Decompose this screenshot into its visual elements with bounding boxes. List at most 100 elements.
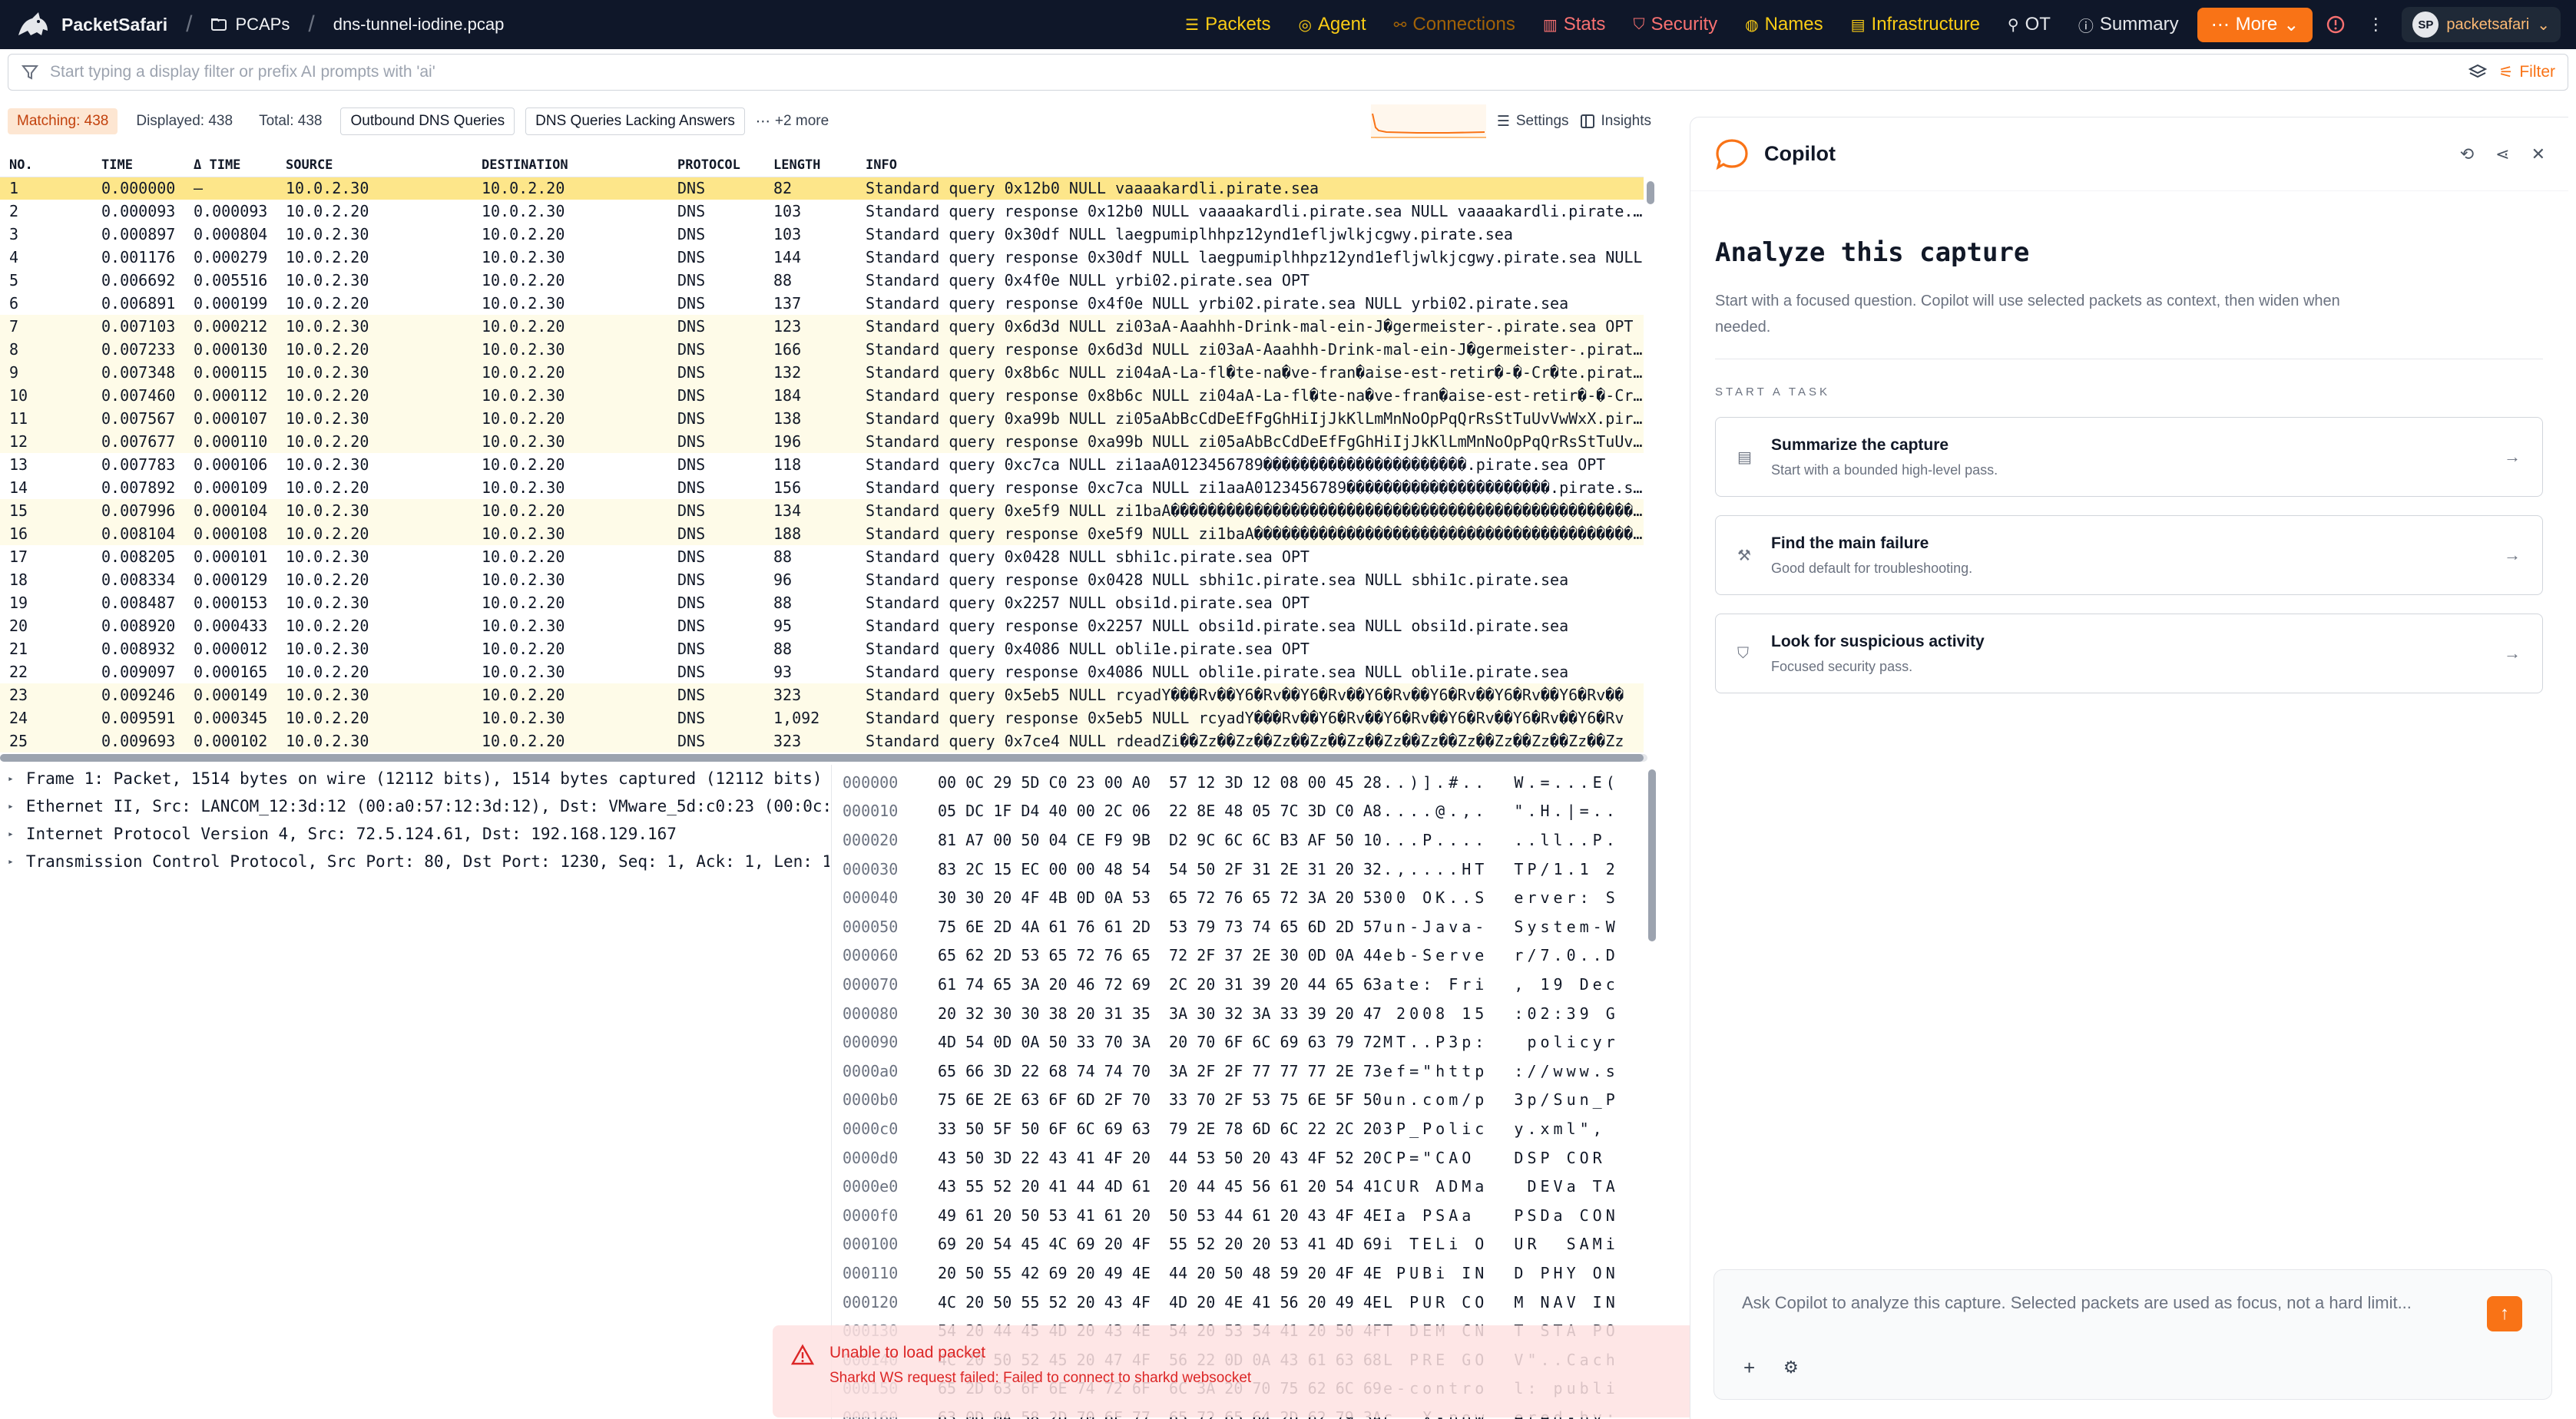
chevron-right-icon[interactable]: ▸ xyxy=(8,773,14,785)
add-attachment-button[interactable]: + xyxy=(1743,1356,1755,1380)
table-row[interactable]: 14 0.007892 0.000109 10.0.2.20 10.0.2.30 DNS 1… xyxy=(0,476,1644,499)
close-icon[interactable]: ✕ xyxy=(2531,144,2545,164)
quick-filter-chip[interactable]: Outbound DNS Queries xyxy=(340,108,515,135)
table-row[interactable]: 3 0.000897 0.000804 10.0.2.30 10.0.2.20 DNS 10… xyxy=(0,223,1644,246)
tree-row[interactable]: ▸ Internet Protocol Version 4, Src: 72.5.… xyxy=(0,820,829,848)
tab-names[interactable]: ◍ Names xyxy=(1734,8,1833,41)
layers-icon[interactable] xyxy=(2468,63,2487,81)
copilot-prompt-input[interactable] xyxy=(1742,1292,2433,1345)
insights-button[interactable]: Insights xyxy=(1580,113,1651,130)
display-filter-input[interactable] xyxy=(50,63,2468,81)
table-row[interactable]: 19 0.008487 0.000153 10.0.2.30 10.0.2.20 DNS 8… xyxy=(0,591,1644,614)
hex-row[interactable]: 000070 61 74 65 3A 20 46 72 69 2C 20 31 3… xyxy=(832,970,1646,999)
column-header[interactable]: Δ TIME xyxy=(184,154,276,177)
task-card[interactable]: ▤ Summarize the capture Start with a bound… xyxy=(1715,417,2543,497)
table-row[interactable]: 24 0.009591 0.000345 10.0.2.20 10.0.2.30 DNS 1… xyxy=(0,706,1644,729)
column-header[interactable]: INFO xyxy=(856,154,1644,177)
chevron-right-icon[interactable]: ▸ xyxy=(8,801,14,812)
prompt-options-button[interactable]: ⚙ xyxy=(1783,1358,1799,1378)
tab-security[interactable]: ⛉ Security xyxy=(1622,8,1728,41)
table-row[interactable]: 7 0.007103 0.000212 10.0.2.30 10.0.2.20 DNS 12… xyxy=(0,315,1644,338)
hex-row[interactable]: 0000e0 43 55 52 20 41 44 4D 61 20 44 45 5… xyxy=(832,1172,1646,1201)
packet-list-horizontal-scrollbar[interactable] xyxy=(0,754,1647,762)
chevron-right-icon[interactable]: ▸ xyxy=(8,829,14,840)
tab-packets[interactable]: ☰ Packets xyxy=(1174,8,1281,41)
hex-row[interactable]: 000050 75 6E 2D 4A 61 76 61 2D 53 79 73 7… xyxy=(832,912,1646,941)
alert-icon-button[interactable] xyxy=(2319,8,2353,41)
history-icon[interactable]: ⟲ xyxy=(2460,144,2474,164)
hex-row[interactable]: 000120 4C 20 50 55 52 20 43 4F 4D 20 4E 4… xyxy=(832,1288,1646,1317)
hex-row[interactable]: 000060 65 62 2D 53 65 72 76 65 72 2F 37 2… xyxy=(832,941,1646,971)
task-card[interactable]: ⛉ Look for suspicious activity Focused sec… xyxy=(1715,614,2543,693)
table-row[interactable]: 8 0.007233 0.000130 10.0.2.20 10.0.2.30 DNS 16… xyxy=(0,338,1644,361)
table-row[interactable]: 25 0.009693 0.000102 10.0.2.30 10.0.2.20 DNS 3… xyxy=(0,729,1644,752)
settings-button[interactable]: ☰ Settings xyxy=(1497,113,1569,131)
column-header[interactable]: TIME xyxy=(92,154,184,177)
traffic-sparkline[interactable] xyxy=(1370,104,1486,138)
hex-row[interactable]: 0000b0 75 6E 2E 63 6F 6D 2F 70 33 70 2F 5… xyxy=(832,1086,1646,1115)
table-row[interactable]: 6 0.006891 0.000199 10.0.2.20 10.0.2.30 DNS 13… xyxy=(0,292,1644,315)
table-row[interactable]: 21 0.008932 0.000012 10.0.2.30 10.0.2.20 DNS 8… xyxy=(0,637,1644,660)
hex-row[interactable]: 000100 69 20 54 45 4C 69 20 4F 55 52 20 2… xyxy=(832,1230,1646,1259)
chevron-right-icon[interactable]: ▸ xyxy=(8,856,14,868)
table-row[interactable]: 12 0.007677 0.000110 10.0.2.20 10.0.2.30 DNS 1… xyxy=(0,430,1644,453)
tab-agent[interactable]: ◎ Agent xyxy=(1287,8,1376,41)
table-row[interactable]: 18 0.008334 0.000129 10.0.2.20 10.0.2.30 DNS 9… xyxy=(0,568,1644,591)
column-header[interactable]: SOURCE xyxy=(276,154,472,177)
error-toast[interactable]: Unable to load packet Sharkd WS request … xyxy=(773,1325,1806,1417)
tab-stats[interactable]: ▥ Stats xyxy=(1532,8,1617,41)
task-card[interactable]: ⚒ Find the main failure Good default for t… xyxy=(1715,515,2543,595)
hex-row[interactable]: 000020 81 A7 00 50 04 CE F9 9B D2 9C 6C 6… xyxy=(832,825,1646,855)
hex-row[interactable]: 000110 20 50 55 42 69 20 49 4E 44 20 50 4… xyxy=(832,1259,1646,1288)
table-row[interactable]: 13 0.007783 0.000106 10.0.2.30 10.0.2.20 DNS 1… xyxy=(0,453,1644,476)
hex-row[interactable]: 0000c0 33 50 5F 50 6F 6C 69 63 79 2E 78 6… xyxy=(832,1114,1646,1143)
hex-row[interactable]: 000040 30 30 20 4F 4B 0D 0A 53 65 72 76 6… xyxy=(832,883,1646,912)
scrollbar-thumb[interactable] xyxy=(0,754,1644,762)
hex-row[interactable]: 0000d0 43 50 3D 22 43 41 4F 20 44 53 50 2… xyxy=(832,1143,1646,1173)
more-chips-button[interactable]: ⋯ +2 more xyxy=(756,113,829,131)
table-row[interactable]: 22 0.009097 0.000165 10.0.2.20 10.0.2.30 DNS 9… xyxy=(0,660,1644,683)
more-menu-button[interactable]: ⋯ More ⌄ xyxy=(2197,7,2313,42)
column-header[interactable]: PROTOCOL xyxy=(668,154,764,177)
column-header[interactable]: NO. xyxy=(0,154,92,177)
hex-row[interactable]: 000010 05 DC 1F D4 40 00 2C 06 22 8E 48 0… xyxy=(832,797,1646,826)
tab-connections[interactable]: ⚯ Connections xyxy=(1383,8,1526,41)
table-row[interactable]: 15 0.007996 0.000104 10.0.2.30 10.0.2.20 DNS 1… xyxy=(0,499,1644,522)
table-row[interactable]: 4 0.001176 0.000279 10.0.2.20 10.0.2.30 DNS 14… xyxy=(0,246,1644,269)
breadcrumb-pcaps[interactable]: PCAPs xyxy=(210,15,290,35)
bytes-scrollbar[interactable] xyxy=(1648,769,1656,941)
hex-row[interactable]: 000090 4D 54 0D 0A 50 33 70 3A 20 70 6F 6… xyxy=(832,1027,1646,1057)
column-header[interactable]: DESTINATION xyxy=(472,154,668,177)
tree-row[interactable]: ▸ Ethernet II, Src: LANCOM_12:3d:12 (00:a… xyxy=(0,792,829,820)
tree-row[interactable]: ▸ Frame 1: Packet, 1514 bytes on wire (12… xyxy=(0,765,829,792)
table-row[interactable]: 16 0.008104 0.000108 10.0.2.20 10.0.2.30 DNS 1… xyxy=(0,522,1644,545)
tab-summary[interactable]: ⓘ Summary xyxy=(2068,8,2190,42)
table-row[interactable]: 11 0.007567 0.000107 10.0.2.30 10.0.2.20 DNS 1… xyxy=(0,407,1644,430)
table-row[interactable]: 20 0.008920 0.000433 10.0.2.20 10.0.2.30 DNS 9… xyxy=(0,614,1644,637)
table-row[interactable]: 9 0.007348 0.000115 10.0.2.30 10.0.2.20 DNS 13… xyxy=(0,361,1644,384)
share-icon[interactable]: ⋖ xyxy=(2495,144,2509,164)
hex-row[interactable]: 000080 20 32 30 30 38 20 31 35 3A 30 32 3… xyxy=(832,999,1646,1028)
send-button[interactable]: ↑ xyxy=(2487,1296,2522,1331)
column-header[interactable]: LENGTH xyxy=(764,154,856,177)
quick-filter-chip[interactable]: DNS Queries Lacking Answers xyxy=(525,108,745,135)
table-row[interactable]: 10 0.007460 0.000112 10.0.2.20 10.0.2.30 DNS 1… xyxy=(0,384,1644,407)
table-row[interactable]: 5 0.006692 0.005516 10.0.2.30 10.0.2.20 DNS 88… xyxy=(0,269,1644,292)
table-row[interactable]: 1 0.000000—10.0.2.30 10.0.2.20 DNS 82 Standar… xyxy=(0,177,1644,200)
hex-row[interactable]: 0000a0 65 66 3D 22 68 74 74 70 3A 2F 2F 7… xyxy=(832,1057,1646,1086)
breadcrumb-file[interactable]: dns-tunnel-iodine.pcap xyxy=(333,15,505,35)
hex-row[interactable]: 000030 83 2C 15 EC 00 00 48 54 54 50 2F 3… xyxy=(832,855,1646,884)
user-menu[interactable]: SP packetsafari ⌄ xyxy=(2402,7,2561,42)
apply-filter-button[interactable]: ⚟ Filter xyxy=(2499,63,2556,82)
table-row[interactable]: 17 0.008205 0.000101 10.0.2.30 10.0.2.20 DNS 8… xyxy=(0,545,1644,568)
hex-row[interactable]: 0000f0 49 61 20 50 53 41 61 20 50 53 44 6… xyxy=(832,1201,1646,1230)
kebab-menu-button[interactable]: ⋮ xyxy=(2359,8,2392,41)
table-row[interactable]: 23 0.009246 0.000149 10.0.2.30 10.0.2.20 DNS 3… xyxy=(0,683,1644,706)
table-row[interactable]: 2 0.000093 0.000093 10.0.2.20 10.0.2.30 DNS 10… xyxy=(0,200,1644,223)
packet-list-scrollbar[interactable] xyxy=(1647,181,1654,204)
tab-ot[interactable]: ⚲ OT xyxy=(1997,8,2061,41)
tree-row[interactable]: ▸ Transmission Control Protocol, Src Port… xyxy=(0,848,829,875)
hex-row[interactable]: 000000 00 0C 29 5D C0 23 00 A0 57 12 3D 1… xyxy=(832,768,1646,797)
tab-infrastructure[interactable]: ▤ Infrastructure xyxy=(1840,8,1991,41)
brand[interactable]: PacketSafari xyxy=(15,9,167,40)
